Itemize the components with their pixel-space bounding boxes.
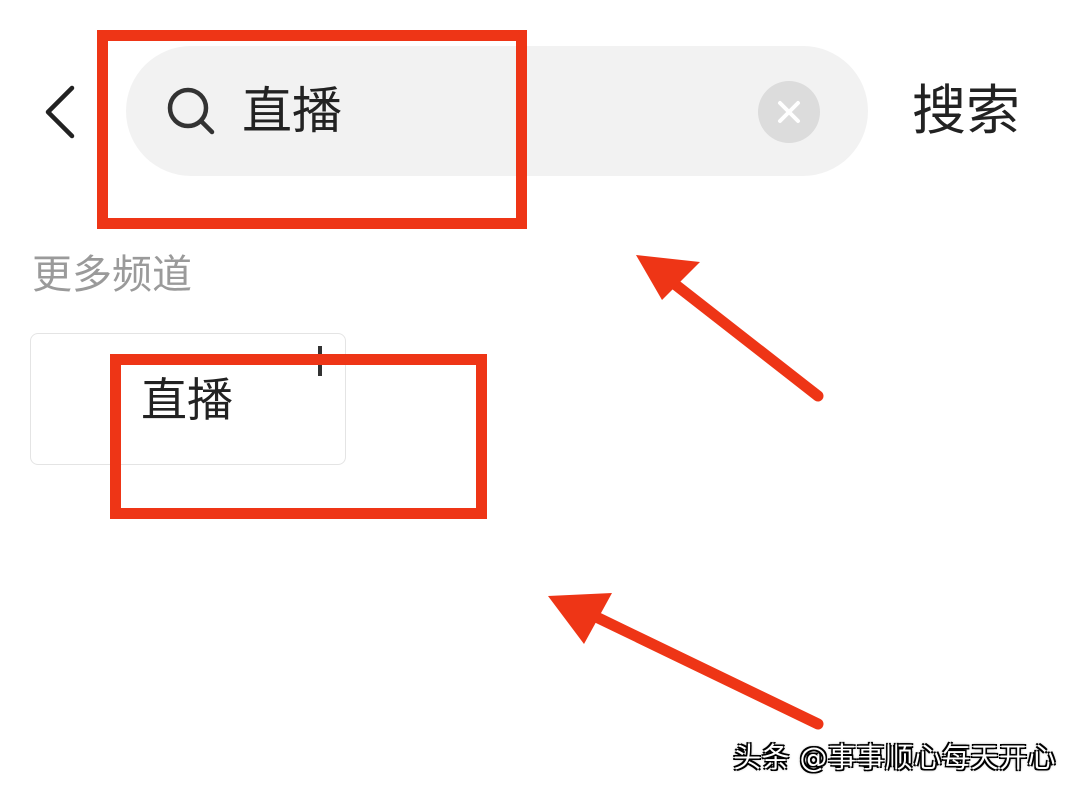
clear-icon	[778, 101, 800, 123]
text-cursor-mark	[318, 346, 322, 376]
chevron-left-icon	[45, 85, 75, 139]
channel-item-label: 直播	[141, 373, 233, 427]
search-bar[interactable]	[126, 46, 868, 176]
search-button[interactable]: 搜索	[912, 76, 1020, 146]
arrow-to-search	[636, 255, 824, 402]
search-icon	[167, 87, 215, 135]
back-button[interactable]	[38, 82, 84, 142]
more-channels-title: 更多频道	[32, 252, 192, 298]
channel-item-live[interactable]: 直播	[30, 333, 346, 465]
watermark: 头条 @事事顺心每天开心	[733, 741, 1056, 774]
clear-search-button[interactable]	[758, 81, 820, 143]
search-input[interactable]	[242, 80, 742, 142]
arrow-to-channel	[548, 593, 824, 730]
